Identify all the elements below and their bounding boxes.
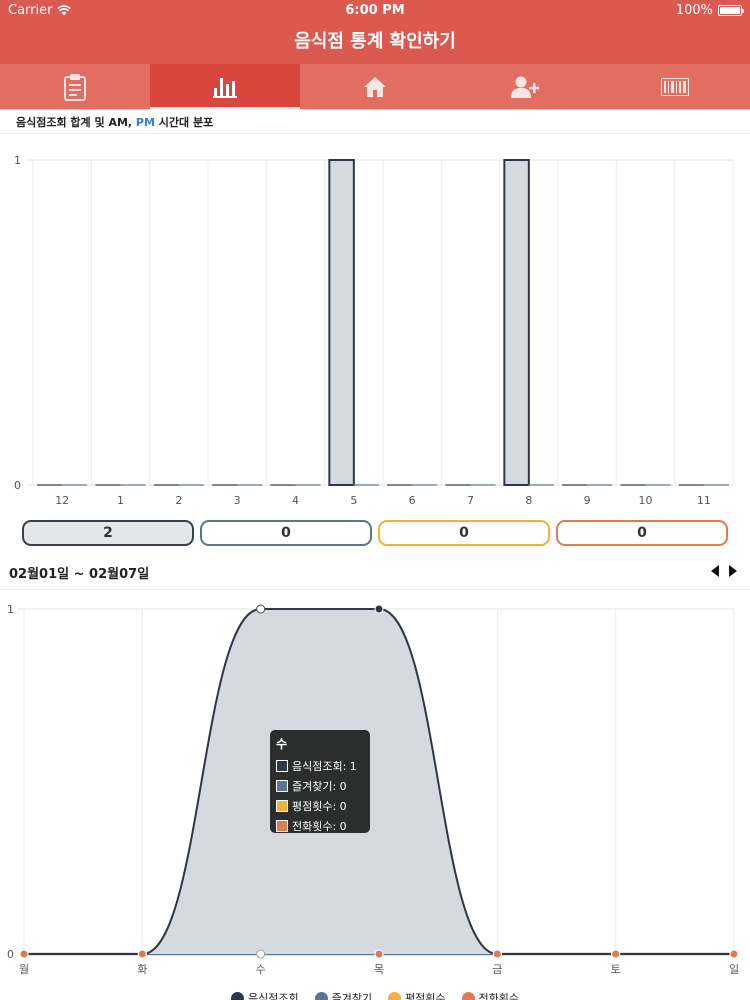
battery-percent: 100%: [675, 3, 713, 18]
page-title: 음식점 통계 확인하기: [294, 31, 456, 52]
x-tick-label: 9: [584, 494, 591, 507]
tab-bar: [0, 64, 750, 110]
y-tick-label: 0: [14, 479, 21, 492]
data-point: [611, 949, 621, 959]
legend-label: 즐겨찾기: [331, 992, 373, 1000]
barcode-icon: [661, 77, 689, 96]
home-icon: [364, 76, 386, 97]
legend-dot: [388, 991, 402, 1000]
x-tick-label: 2: [175, 494, 182, 507]
hourly-bar-chart: 0112 1 2 3 4 5 6 7 8 9 10 11: [14, 154, 734, 507]
status-bar: Carrier 6:00 PM 100%: [0, 0, 750, 22]
tooltip-swatch: [276, 800, 288, 812]
navigation-bar: 음식점 통계 확인하기: [0, 22, 750, 64]
legend-label: 음식점조회: [247, 992, 299, 1000]
y-tick-label: 1: [14, 154, 21, 167]
x-tick-label: 12: [55, 494, 69, 507]
data-point: [19, 949, 29, 959]
tooltip-row: 즐겨찾기: 0: [276, 776, 364, 796]
tab-barcode[interactable]: [600, 64, 750, 109]
tab-statistics[interactable]: [150, 64, 300, 110]
data-point: [374, 949, 384, 959]
total-favorites[interactable]: 0: [200, 520, 372, 546]
legend-label: 전화횟수: [478, 992, 520, 1000]
legend-item[interactable]: 평점횟수: [388, 990, 446, 1000]
data-point: [492, 949, 502, 959]
x-tick-label: 월: [19, 963, 29, 976]
caption-suffix: 시간대 분포: [154, 116, 214, 129]
data-point: [137, 949, 147, 959]
bar-chart-caption: 음식점조회 합계 및 AM, PM 시간대 분포: [16, 114, 213, 130]
tooltip-title: 수: [276, 737, 288, 751]
tooltip-swatch: [276, 760, 288, 772]
caption-pm: PM: [135, 116, 155, 129]
tooltip-row: 음식점조회: 1: [276, 756, 364, 776]
x-tick-label: 10: [639, 494, 653, 507]
battery-icon: [718, 5, 744, 16]
legend-item[interactable]: 즐겨찾기: [314, 990, 373, 1000]
tooltip-row: 평점횟수: 0: [276, 796, 364, 816]
tooltip-label: 음식점조회: 1: [292, 760, 357, 773]
tab-add-user[interactable]: [450, 64, 600, 109]
tooltip-swatch: [276, 820, 288, 832]
divider: [0, 589, 750, 590]
previous-week-button[interactable]: [708, 563, 722, 579]
tab-home[interactable]: [300, 64, 450, 109]
x-tick-label: 1: [117, 494, 124, 507]
tooltip-label: 평점횟수: 0: [292, 800, 347, 813]
caption-prefix: 음식점조회 합계 및 AM,: [16, 116, 136, 129]
series-area: [24, 609, 734, 954]
bar-chart-icon: [213, 77, 237, 98]
clipboard-icon: [64, 73, 86, 101]
legend-item[interactable]: 전화횟수: [461, 990, 520, 1000]
x-tick-label: 3: [234, 494, 241, 507]
data-point: [729, 949, 739, 959]
battery-indicator: 100%: [675, 3, 744, 18]
data-point: [256, 604, 266, 614]
chart-tooltip: 수 음식점조회: 1 즐겨찾기: 0 평점횟수: 0 전화횟수: 0: [270, 730, 370, 833]
data-point: [374, 604, 384, 614]
legend-dot: [314, 991, 328, 1000]
date-range-label: 02월01일 ~ 02월07일: [9, 567, 150, 582]
caret-left-icon: [711, 565, 719, 577]
clock: 6:00 PM: [345, 3, 405, 18]
total-restaurant-views[interactable]: 2: [22, 520, 194, 546]
tab-report[interactable]: [0, 64, 150, 109]
x-tick-label: 11: [697, 494, 711, 507]
x-tick-label: 일: [729, 962, 739, 976]
x-tick-label: 금: [492, 963, 502, 976]
tooltip-row: 전화횟수: 0: [276, 816, 364, 836]
x-tick-label: 5: [350, 494, 357, 507]
legend-label: 평점횟수: [405, 992, 446, 1000]
chart-legend: 음식점조회 즐겨찾기 평점횟수 전화횟수: [0, 990, 750, 1000]
tooltip-label: 즐겨찾기: 0: [292, 780, 347, 793]
next-week-button[interactable]: [726, 563, 740, 579]
x-tick-label: 수: [256, 963, 266, 976]
total-ratings[interactable]: 0: [378, 520, 550, 546]
caret-right-icon: [729, 565, 737, 577]
data-point: [256, 949, 266, 959]
x-tick-label: 7: [467, 494, 474, 507]
x-tick-label: 8: [525, 494, 532, 507]
bar: [503, 159, 530, 486]
y-tick-label: 1: [7, 603, 14, 616]
x-tick-label: 화: [137, 963, 147, 976]
totals-row: 2 0 0 0: [22, 520, 728, 546]
x-tick-label: 6: [409, 494, 416, 507]
tooltip-swatch: [276, 780, 288, 792]
x-tick-label: 목: [374, 963, 384, 976]
legend-item[interactable]: 음식점조회: [230, 990, 299, 1000]
date-range-row: 02월01일 ~ 02월07일: [0, 556, 750, 586]
x-tick-label: 토: [611, 963, 621, 976]
x-tick-label: 4: [292, 494, 299, 507]
bar: [328, 159, 355, 486]
y-tick-label: 0: [7, 948, 14, 961]
divider: [0, 133, 750, 134]
legend-dot: [230, 991, 244, 1000]
tooltip-label: 전화횟수: 0: [292, 820, 347, 833]
add-user-icon: [511, 76, 539, 98]
total-calls[interactable]: 0: [556, 520, 728, 546]
legend-dot: [461, 991, 475, 1000]
weekly-area-chart: 01월 화 수 목 금 토 일: [7, 603, 739, 976]
